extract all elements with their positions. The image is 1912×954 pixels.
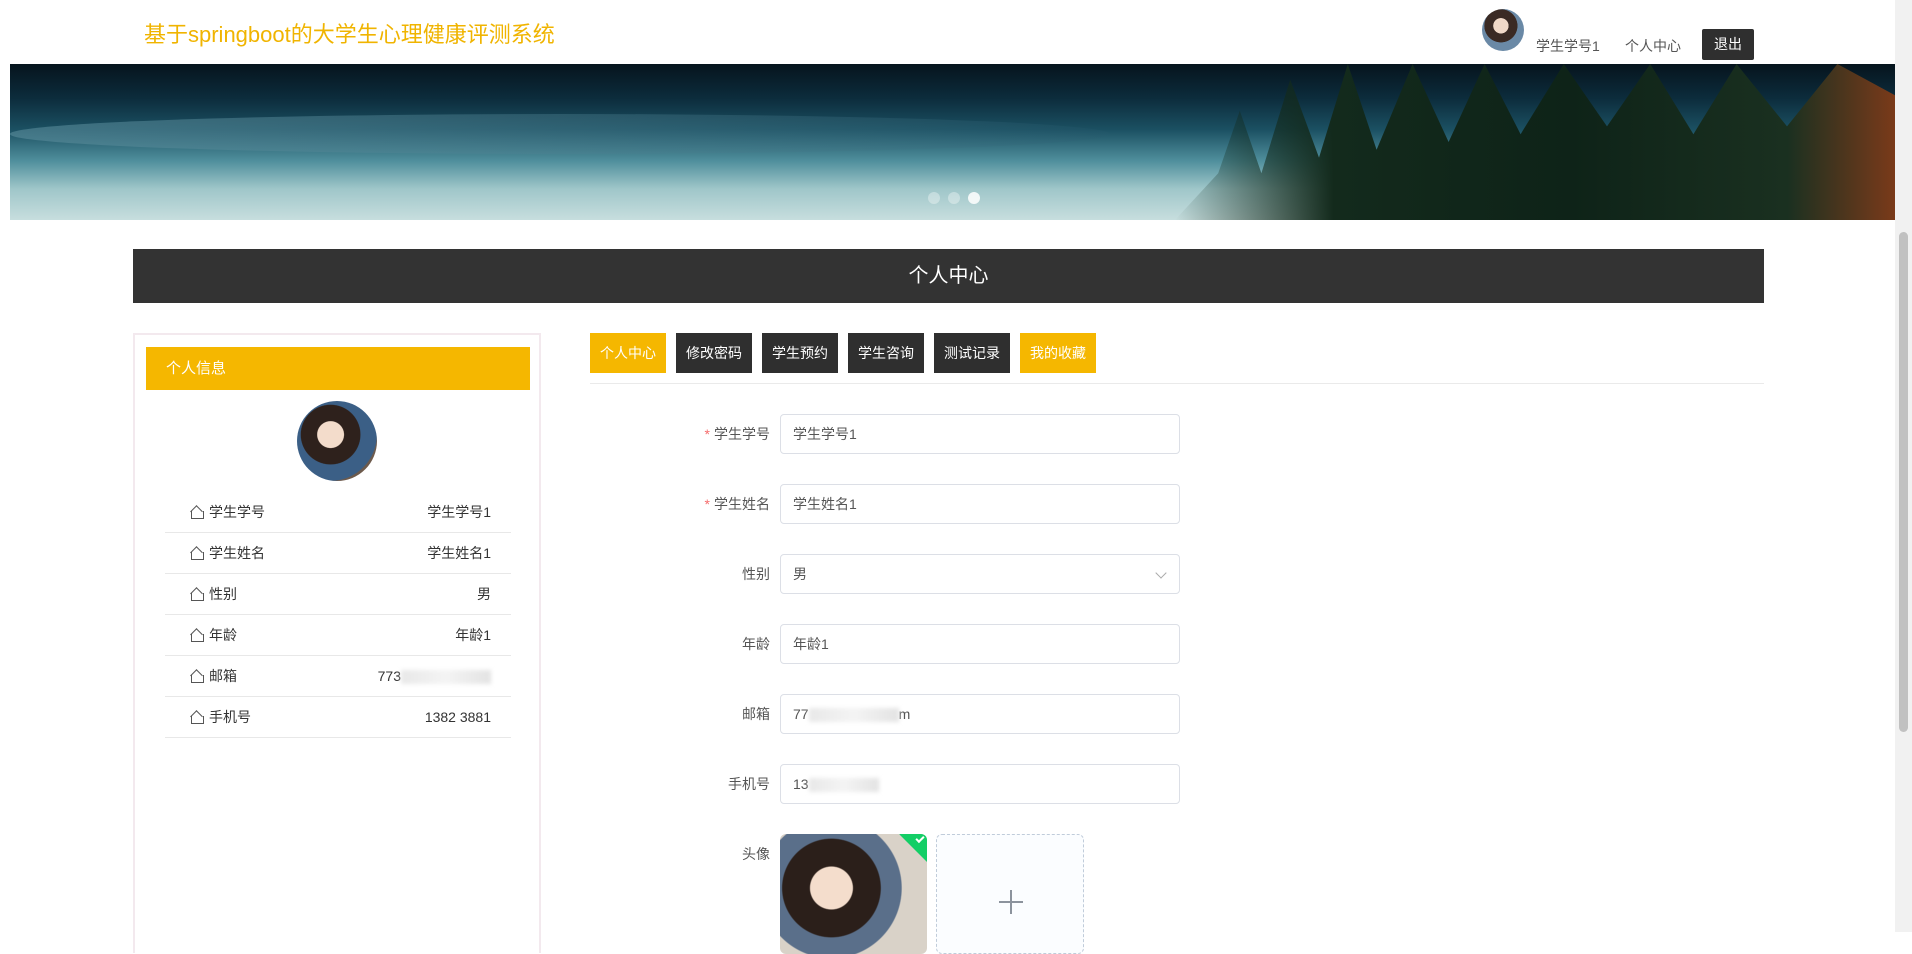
gender-label: 性别 [742, 566, 770, 582]
info-row-student-no: 学生学号 学生学号1 [165, 492, 511, 533]
info-row-age: 年龄 年龄1 [165, 615, 511, 656]
banner-carousel [10, 64, 1895, 220]
email-label: 邮箱 [742, 706, 770, 722]
student-no-label: * 学生学号 [704, 426, 770, 442]
required-mark: * [704, 426, 710, 442]
username-label: 学生学号1 [1536, 38, 1600, 54]
student-name-input[interactable] [780, 484, 1180, 524]
tab-my-favorites[interactable]: 我的收藏 [1020, 333, 1096, 373]
page-scrollbar[interactable] [1895, 0, 1912, 932]
site-title[interactable]: 基于springboot的大学生心理健康评测系统 [144, 17, 555, 49]
tab-student-consult[interactable]: 学生咨询 [848, 333, 924, 373]
info-list: 学生学号 学生学号1 学生姓名 学生姓名1 性别 男 年龄 年龄1 邮箱 773… [165, 492, 511, 738]
tab-personal-center[interactable]: 个人中心 [590, 333, 666, 373]
carousel-dot[interactable] [948, 192, 960, 204]
info-value: 男 [477, 586, 491, 602]
logout-button[interactable]: 退出 [1702, 29, 1754, 60]
tab-change-password[interactable]: 修改密码 [676, 333, 752, 373]
info-label: 邮箱 [209, 668, 237, 684]
redacted-text [808, 708, 899, 723]
plus-icon [999, 890, 1023, 914]
info-label: 学生学号 [209, 504, 265, 520]
avatar-label: 头像 [742, 846, 770, 862]
home-icon [190, 711, 204, 724]
profile-tabs: 个人中心 修改密码 学生预约 学生咨询 测试记录 我的收藏 [590, 333, 1096, 373]
tab-student-appointment[interactable]: 学生预约 [762, 333, 838, 373]
banner-forest [1175, 64, 1895, 220]
upload-button[interactable] [936, 834, 1084, 954]
home-icon [190, 506, 204, 519]
info-label: 学生姓名 [209, 545, 265, 561]
info-label: 年龄 [209, 627, 237, 643]
scrollbar-thumb[interactable] [1899, 232, 1908, 732]
home-icon [190, 670, 204, 683]
home-icon [190, 629, 204, 642]
user-avatar[interactable] [1482, 9, 1524, 51]
student-no-input[interactable] [780, 414, 1180, 454]
banner-clouds [10, 114, 1110, 154]
carousel-indicators [928, 192, 980, 204]
personal-center-link[interactable]: 个人中心 [1625, 36, 1681, 56]
uploaded-avatar-thumbnail[interactable] [780, 834, 927, 954]
phone-label: 手机号 [728, 776, 770, 792]
info-value: 1382 3881 [424, 709, 491, 725]
page-title: 个人中心 [133, 249, 1764, 303]
home-icon [190, 547, 204, 560]
chevron-down-icon [1155, 567, 1167, 579]
gender-select[interactable]: 男 [780, 554, 1180, 594]
phone-input[interactable]: 13 [780, 764, 1180, 804]
student-name-label: * 学生姓名 [704, 496, 770, 512]
home-icon [190, 588, 204, 601]
info-value: 773 [377, 667, 401, 684]
required-mark: * [704, 496, 710, 512]
carousel-dot[interactable] [928, 192, 940, 204]
info-value: 学生姓名1 [427, 545, 491, 561]
email-input[interactable]: 77 m [780, 694, 1180, 734]
info-label: 手机号 [209, 709, 251, 725]
info-card-title: 个人信息 [146, 347, 530, 390]
top-navbar: 基于springboot的大学生心理健康评测系统 学生学号1 个人中心 退出 [0, 0, 1895, 64]
redacted-text [401, 670, 491, 685]
gender-selected-value: 男 [793, 566, 807, 582]
info-value: 年龄1 [455, 627, 491, 643]
info-row-email: 邮箱 773 [165, 656, 511, 697]
age-label: 年龄 [742, 636, 770, 652]
info-row-student-name: 学生姓名 学生姓名1 [165, 533, 511, 574]
carousel-dot-active[interactable] [968, 192, 980, 204]
info-row-phone: 手机号 1382 3881 [165, 697, 511, 738]
info-label: 性别 [209, 586, 237, 602]
info-avatar [297, 401, 377, 481]
info-value: 学生学号1 [427, 504, 491, 520]
tab-test-records[interactable]: 测试记录 [934, 333, 1010, 373]
age-input[interactable] [780, 624, 1180, 664]
tab-divider [590, 383, 1764, 384]
personal-info-card: 个人信息 学生学号 学生学号1 学生姓名 学生姓名1 性别 男 年龄 年龄1 邮… [133, 333, 541, 953]
info-row-gender: 性别 男 [165, 574, 511, 615]
redacted-text [808, 778, 879, 793]
